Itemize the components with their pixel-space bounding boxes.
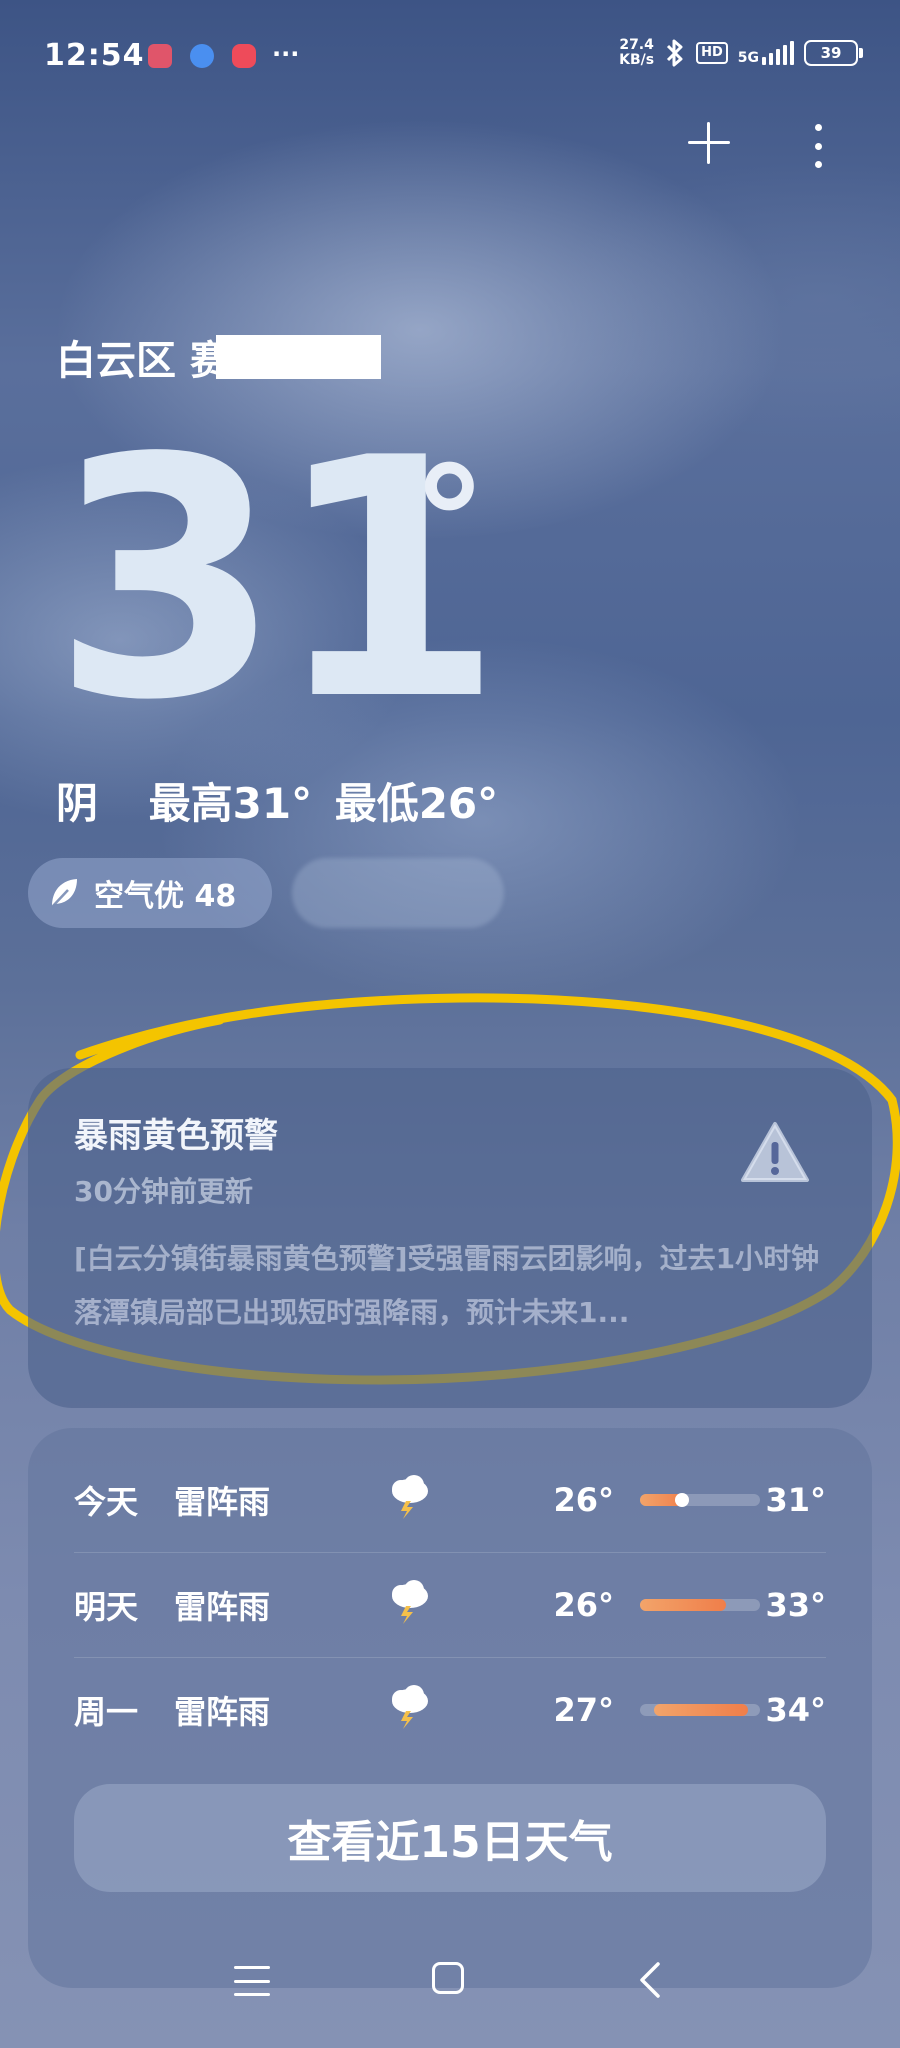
forecast-low: 27°	[553, 1691, 614, 1729]
forecast-day: 今天	[74, 1483, 139, 1521]
net-speed-value: 27.4	[619, 37, 654, 53]
alert-updated: 30分钟前更新	[74, 1175, 253, 1208]
back-button[interactable]	[636, 1960, 664, 2000]
air-quality-label: 空气优 48	[94, 879, 237, 914]
forecast-high: 33°	[765, 1586, 826, 1624]
status-time: 12:54	[44, 38, 145, 73]
record-notification-icon	[232, 44, 256, 68]
blurred-info-pill[interactable]	[292, 858, 504, 928]
forecast-desc: 雷阵雨	[174, 1588, 271, 1626]
range-fill	[640, 1599, 727, 1611]
browser-notification-icon	[190, 44, 214, 68]
thunderstorm-icon	[384, 1681, 514, 1739]
air-quality-pill[interactable]: 空气优 48	[28, 858, 272, 928]
alert-title: 暴雨黄色预警	[74, 1116, 278, 1156]
degree-symbol: °	[412, 436, 487, 610]
location-name: 白云区	[56, 338, 176, 384]
hd-badge: HD	[696, 42, 728, 64]
leaf-icon	[51, 879, 77, 908]
forecast-desc: 雷阵雨	[174, 1693, 271, 1731]
range-fill	[654, 1704, 748, 1716]
net-speed: 27.4 KB/s	[619, 38, 654, 68]
temperature-range-bar	[640, 1493, 760, 1507]
more-options-button[interactable]	[800, 124, 836, 168]
network-type: 5G	[737, 50, 759, 66]
battery-icon: 39	[804, 40, 863, 66]
bluetooth-icon	[667, 39, 683, 67]
forecast-low: 26°	[553, 1481, 614, 1519]
thunderstorm-icon	[384, 1471, 514, 1529]
app-notification-icon	[148, 44, 172, 68]
warning-icon	[741, 1122, 809, 1182]
net-speed-unit: KB/s	[619, 52, 655, 68]
forecast-row-today[interactable]: 今天 雷阵雨 26° 31°	[74, 1448, 826, 1552]
forecast-high: 31°	[765, 1481, 826, 1519]
location-title[interactable]: 白云区 赛	[56, 328, 381, 386]
temperature-range-bar	[640, 1599, 760, 1611]
condition-line: 阴 最高31° 最低26°	[56, 770, 498, 831]
forecast-high: 34°	[765, 1691, 826, 1729]
forecast-day: 周一	[74, 1693, 139, 1731]
condition-text: 阴	[56, 779, 99, 828]
status-right: 27.4 KB/s HD 5G 39	[619, 38, 863, 68]
recent-apps-button[interactable]	[234, 1966, 270, 1996]
high-low-text: 最高31° 最低26°	[148, 779, 499, 828]
signal-icon	[762, 41, 794, 65]
forecast-low: 26°	[553, 1586, 614, 1624]
thunderstorm-icon	[384, 1576, 514, 1634]
home-button[interactable]	[432, 1962, 464, 1994]
redacted-block	[216, 335, 381, 379]
forecast-desc: 雷阵雨	[174, 1483, 271, 1521]
more-notifications-icon: ···	[272, 40, 300, 68]
add-city-button[interactable]	[684, 118, 734, 168]
current-temp-marker	[675, 1493, 689, 1507]
forecast-row-tomorrow[interactable]: 明天 雷阵雨 26° 33°	[74, 1553, 826, 1657]
forecast-row-monday[interactable]: 周一 雷阵雨 27° 34°	[74, 1658, 826, 1762]
forecast-day: 明天	[74, 1588, 139, 1626]
alert-body: [白云分镇街暴雨黄色预警]受强雷雨云团影响，过去1小时钟落潭镇局部已出现短时强降…	[74, 1242, 820, 1329]
view-15-day-button[interactable]: 查看近15日天气	[74, 1784, 826, 1892]
temperature-range-bar	[640, 1704, 760, 1716]
